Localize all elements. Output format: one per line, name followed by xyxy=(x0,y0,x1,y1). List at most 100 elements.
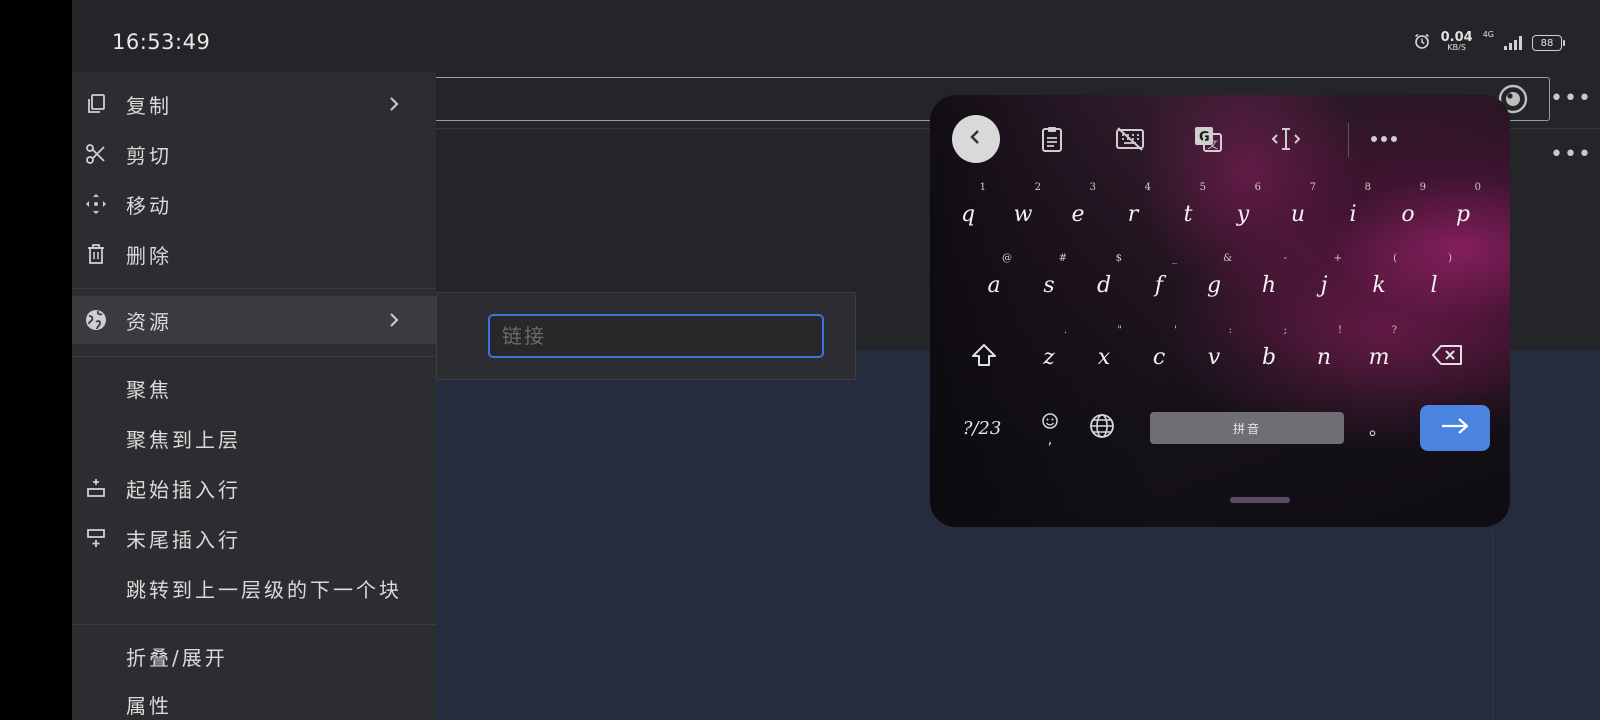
key-x[interactable]: x " xyxy=(1080,325,1128,387)
key-hint: 3 xyxy=(1089,182,1096,193)
enter-key[interactable] xyxy=(1420,405,1490,451)
menu-item-focus-parent[interactable]: 聚焦到上层 xyxy=(72,414,436,462)
key-o[interactable]: o9 xyxy=(1384,182,1432,244)
key-u[interactable]: u7 xyxy=(1274,182,1322,244)
signal-icon xyxy=(1504,36,1522,50)
menu-item-label: 属性 xyxy=(126,693,172,718)
key-f[interactable]: f _ xyxy=(1135,253,1183,315)
menu-item-delete[interactable]: 删除 xyxy=(72,230,436,278)
menu-item-label: 移动 xyxy=(126,193,172,218)
menu-item-insert-after[interactable]: 末尾插入行 xyxy=(72,514,436,562)
key-hint: 2 xyxy=(1034,182,1041,193)
backspace-key[interactable] xyxy=(1420,333,1476,381)
keyboard-drag-handle[interactable] xyxy=(1230,497,1290,503)
keyboard-mode-icon[interactable] xyxy=(1108,117,1152,161)
key-char: g xyxy=(1206,272,1222,298)
key-hint: : xyxy=(1228,325,1232,336)
key-m[interactable]: m? xyxy=(1355,325,1403,387)
net-speed-value: 0.04 xyxy=(1440,30,1473,45)
menu-item-move[interactable]: 移动 xyxy=(72,180,436,228)
key-d[interactable]: d $ xyxy=(1080,253,1128,315)
keyboard-back-button[interactable] xyxy=(952,115,1000,163)
key-w[interactable]: w2 xyxy=(999,182,1047,244)
key-g[interactable]: g & xyxy=(1190,253,1238,315)
trash-icon xyxy=(84,242,108,266)
key-k[interactable]: k( xyxy=(1355,253,1403,315)
menu-item-label: 起始插入行 xyxy=(126,477,241,502)
menu-item-attributes[interactable]: 属性 xyxy=(72,680,436,720)
menu-item-focus[interactable]: 聚焦 xyxy=(72,364,436,412)
menu-item-insert-before[interactable]: 起始插入行 xyxy=(72,464,436,512)
key-c[interactable]: c ' xyxy=(1135,325,1183,387)
key-char: i xyxy=(1349,201,1357,227)
key-char: v xyxy=(1207,344,1221,370)
language-key[interactable] xyxy=(1080,404,1124,452)
block-more-icon[interactable]: ••• xyxy=(1550,142,1592,167)
key-hint: 0 xyxy=(1474,182,1481,193)
key-char: f xyxy=(1154,272,1164,298)
menu-item-label: 删除 xyxy=(126,243,172,268)
menu-item-label: 资源 xyxy=(126,309,172,334)
key-char: c xyxy=(1152,344,1166,370)
period-key[interactable]: 。 xyxy=(1360,404,1396,452)
key-char: n xyxy=(1316,344,1332,370)
scissors-icon xyxy=(84,142,108,166)
link-input[interactable] xyxy=(488,314,824,358)
menu-item-resource[interactable]: 资源 xyxy=(72,296,436,344)
network-type: 4G xyxy=(1482,30,1494,39)
key-hint: 7 xyxy=(1309,182,1316,193)
menu-item-fold[interactable]: 折叠/展开 xyxy=(72,632,436,680)
key-v[interactable]: v: xyxy=(1190,325,1238,387)
svg-text:文: 文 xyxy=(1207,137,1218,151)
key-i[interactable]: i8 xyxy=(1329,182,1377,244)
shift-icon xyxy=(970,342,998,373)
key-z[interactable]: z. xyxy=(1025,325,1073,387)
key-j[interactable]: j + xyxy=(1300,253,1348,315)
key-q[interactable]: q1 xyxy=(944,182,992,244)
copy-icon xyxy=(84,92,108,116)
battery-level: 88 xyxy=(1540,37,1554,49)
key-hint: " xyxy=(1117,325,1122,336)
key-t[interactable]: t5 xyxy=(1164,182,1212,244)
clipboard-icon[interactable] xyxy=(1030,117,1074,161)
menu-item-label: 末尾插入行 xyxy=(126,527,241,552)
key-b[interactable]: b; xyxy=(1245,325,1293,387)
insert-before-icon xyxy=(84,476,108,500)
menu-item-label: 折叠/展开 xyxy=(126,645,228,670)
shift-key[interactable] xyxy=(960,333,1008,381)
key-a[interactable]: a @ xyxy=(970,253,1018,315)
key-l[interactable]: l) xyxy=(1410,253,1458,315)
more-icon[interactable] xyxy=(1362,117,1406,161)
key-hint: ? xyxy=(1391,325,1397,336)
more-options-icon[interactable]: ••• xyxy=(1550,86,1592,111)
key-hint: 6 xyxy=(1254,182,1261,193)
key-char: y xyxy=(1236,201,1250,227)
key-hint: & xyxy=(1223,253,1232,264)
resource-submenu xyxy=(436,292,856,380)
key-hint: ) xyxy=(1448,253,1452,264)
emoji-key[interactable]: , xyxy=(1030,404,1070,452)
key-hint: $ xyxy=(1115,253,1122,264)
globe-icon xyxy=(84,308,108,332)
key-hint: # xyxy=(1058,253,1067,264)
menu-item-copy[interactable]: 复制 xyxy=(72,80,436,128)
key-e[interactable]: e3 xyxy=(1054,182,1102,244)
key-char: a xyxy=(987,272,1001,298)
key-n[interactable]: n! xyxy=(1300,325,1348,387)
key-p[interactable]: p0 xyxy=(1439,182,1487,244)
text-cursor-icon[interactable] xyxy=(1264,117,1308,161)
space-key[interactable]: 拼音 xyxy=(1150,412,1344,444)
key-y[interactable]: y6 xyxy=(1219,182,1267,244)
menu-item-cut[interactable]: 剪切 xyxy=(72,130,436,178)
key-s[interactable]: s # xyxy=(1025,253,1073,315)
key-char: e xyxy=(1071,201,1085,227)
backspace-icon xyxy=(1431,343,1465,372)
key-h[interactable]: h- xyxy=(1245,253,1293,315)
app-window: 16:53:49 0.04 KB/S 4G 88 ••• ••• 复制 剪切 移… xyxy=(72,0,1600,720)
net-speed: 0.04 KB/S xyxy=(1440,30,1473,53)
key-char: b xyxy=(1261,344,1277,370)
menu-item-jump-next[interactable]: 跳转到上一层级的下一个块 xyxy=(72,564,436,612)
symbols-key[interactable]: ?/23 xyxy=(958,404,1006,452)
key-r[interactable]: r4 xyxy=(1109,182,1157,244)
translate-icon[interactable]: G文 xyxy=(1186,117,1230,161)
